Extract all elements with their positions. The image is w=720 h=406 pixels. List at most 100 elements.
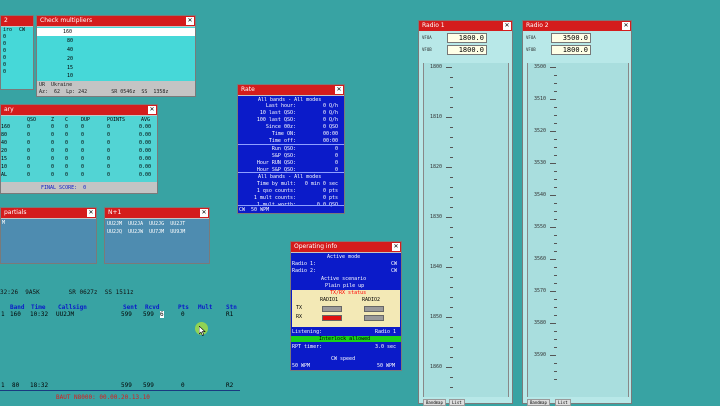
bandmap-tick <box>446 367 452 368</box>
radio2-vfoa-display[interactable]: 3500.0 <box>551 33 591 43</box>
bandmap-tick <box>450 87 453 88</box>
summary-cell: 0 <box>27 132 31 138</box>
close-icon[interactable]: ✕ <box>200 209 208 217</box>
radio2-bandmap[interactable]: 3500 3510 3520 3530 3540 3550 3560 3570 3580 3590 <box>527 63 629 397</box>
summary-cell: 0 <box>107 140 111 146</box>
log-cell-rcvd[interactable]: 599 <box>143 311 154 318</box>
summary-titlebar[interactable]: ary ✕ <box>1 105 157 115</box>
summary-cell: 40 <box>1 140 8 146</box>
log-cell-rcvd-zone[interactable]: 6 <box>160 311 164 318</box>
left-partial-row: 0 <box>3 55 7 61</box>
close-icon[interactable]: ✕ <box>622 22 630 30</box>
bandmap-tick <box>554 267 557 268</box>
close-icon[interactable]: ✕ <box>186 17 194 25</box>
bandmap-tick <box>450 247 453 248</box>
summary-cell: 0 <box>81 172 85 178</box>
partials-titlebar[interactable]: partials ✕ <box>1 208 96 218</box>
radio1-vfoa-display[interactable]: 1800.0 <box>447 33 487 43</box>
bandmap-tick <box>450 327 453 328</box>
mouse-pointer-icon <box>199 326 206 336</box>
bandmap-scale-label: 3500 <box>534 64 547 70</box>
summary-header-cell: POINTS <box>107 117 126 123</box>
summary-cell: 0 <box>27 148 31 154</box>
rx-label: RX <box>296 314 303 320</box>
bandmap-tick <box>554 115 557 116</box>
bandmap-tick <box>554 275 557 276</box>
bandmap-tick <box>554 211 557 212</box>
summary-cell: 0 <box>51 140 55 146</box>
close-icon[interactable]: ✕ <box>148 106 156 114</box>
operating-info-titlebar[interactable]: Operating info ✕ <box>291 242 401 252</box>
close-icon[interactable]: ✕ <box>503 22 511 30</box>
summary-cell: 0 <box>51 148 55 154</box>
bandmap-tick <box>450 277 453 278</box>
summary-cell: 0 <box>107 172 111 178</box>
bandmap-tick <box>554 283 557 284</box>
log-header-callsign: Callsign <box>58 304 87 311</box>
n1-titlebar[interactable]: N+1 ✕ <box>105 208 209 218</box>
log-cell-time[interactable]: 10:32 <box>30 311 48 318</box>
close-icon[interactable]: ✕ <box>392 243 400 251</box>
log-cell-callsign[interactable]: UU2JM <box>56 311 74 318</box>
bandmap-tick <box>554 179 557 180</box>
rate-label: Time ON: <box>271 131 296 137</box>
partials-entry[interactable]: M <box>2 220 5 226</box>
cw-speed-radio1: 50 WPM <box>292 363 311 369</box>
rate-value: 00:00 <box>322 131 338 137</box>
radio2-tab-bandmap[interactable]: Bandmap <box>527 399 550 406</box>
summary-cell: 0.00 <box>139 164 152 170</box>
radio2-titlebar[interactable]: Radio 2 ✕ <box>523 21 631 31</box>
radio1-title: Radio 1 <box>422 22 445 29</box>
multiplier-band-10[interactable]: 10 <box>67 73 73 79</box>
radio1-vfob-display[interactable]: 1800.0 <box>447 45 487 55</box>
bandmap-scale-label: 3520 <box>534 128 547 134</box>
log-cell-sent[interactable]: 599 <box>121 311 132 318</box>
check-multipliers-titlebar[interactable]: Check multipliers ✕ <box>37 16 195 26</box>
left-partial-titlebar[interactable]: 2 <box>1 16 33 26</box>
log-header-sent: Sent <box>123 304 138 311</box>
bandmap-scale-label: 3560 <box>534 256 547 262</box>
rate-section-title: All bands - All modes <box>258 174 322 180</box>
summary-cell: 15 <box>1 156 8 162</box>
n1-window: N+1 ✕ UU2JM UU2JA UU2JG UU2JT UU2JQ UU2J… <box>104 207 210 264</box>
multiplier-band-20[interactable]: 20 <box>67 56 73 62</box>
partials-list: M <box>1 219 96 263</box>
multiplier-band-40[interactable]: 40 <box>67 47 73 53</box>
radio2-vfob-display[interactable]: 1800.0 <box>551 45 591 55</box>
bandmap-tick <box>450 107 453 108</box>
radio1-tab-list[interactable]: List <box>449 399 465 406</box>
rate-window: Rate ✕ All bands - All modes Last hour: 0… <box>237 84 345 214</box>
bandmap-tick <box>450 377 453 378</box>
n1-row[interactable]: UU2JQ UU2JW UU7JM UU9JM <box>107 229 185 235</box>
bandmap-tick <box>450 297 453 298</box>
summary-cell: 0 <box>65 140 69 146</box>
txrx-radio1: RADIO1 <box>320 297 339 303</box>
multiplier-band-15[interactable]: 15 <box>67 65 73 71</box>
close-icon[interactable]: ✕ <box>87 209 95 217</box>
summary-cell: 0 <box>107 148 111 154</box>
bandmap-tick <box>554 203 557 204</box>
bandmap-tick <box>554 147 557 148</box>
radio1-bandmap[interactable]: 1800 1810 1820 1830 1840 1850 1860 <box>423 63 509 397</box>
multiplier-band-80[interactable]: 80 <box>67 38 73 44</box>
bandmap-tick <box>554 331 557 332</box>
bandmap-tick <box>446 217 452 218</box>
bandmap-tick <box>550 323 556 324</box>
bandmap-tick <box>554 219 557 220</box>
check-multipliers-window: Check multipliers ✕ 160 80 40 20 15 10 U… <box>36 15 196 97</box>
radio1-titlebar[interactable]: Radio 1 ✕ <box>419 21 512 31</box>
radio1-tab-bandmap[interactable]: Bandmap <box>423 399 446 406</box>
multiplier-info: Az: 62 Lp: 242 SR 0546z SS 1358z <box>39 89 169 95</box>
log-cell-band[interactable]: 160 <box>10 311 21 318</box>
rx-led-radio2 <box>364 315 384 321</box>
left-partial-row: 0 <box>3 41 7 47</box>
summary-header-cell: Z <box>51 117 55 123</box>
bandmap-tick <box>554 75 557 76</box>
radio2-tab-list[interactable]: List <box>555 399 571 406</box>
multiplier-band-160[interactable]: 160 <box>63 29 72 35</box>
bottom-log-line[interactable]: 1 80 18:32 599 599 0 R2 <box>0 382 240 390</box>
close-icon[interactable]: ✕ <box>335 86 343 94</box>
n1-row[interactable]: UU2JM UU2JA UU2JG UU2JT <box>107 221 185 227</box>
bandmap-tick <box>450 337 453 338</box>
rate-titlebar[interactable]: Rate ✕ <box>238 85 344 95</box>
